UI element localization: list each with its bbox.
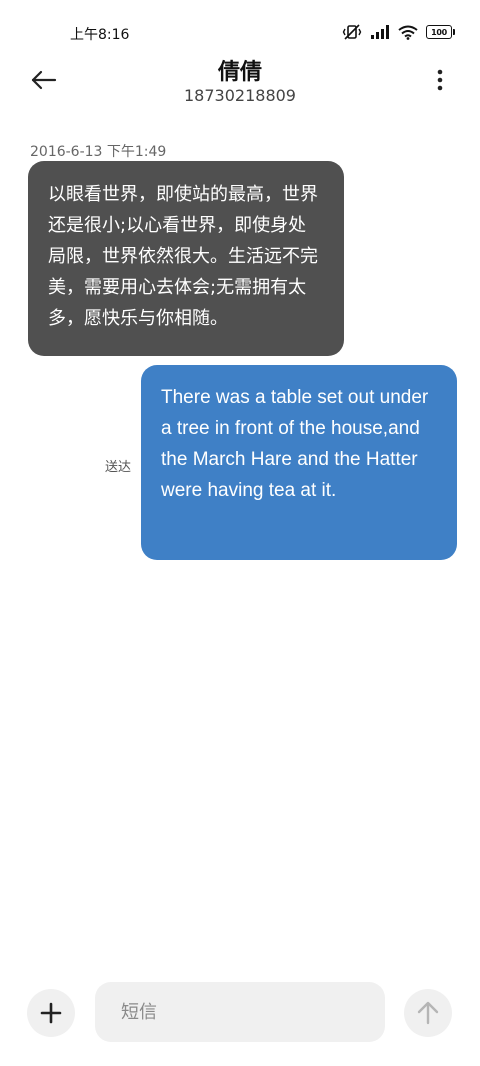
battery-level: 100 — [431, 27, 447, 37]
composer-bar — [0, 980, 480, 1044]
more-options-button[interactable] — [428, 66, 452, 94]
delivery-status: 送达 — [105, 460, 132, 475]
add-attachment-button[interactable] — [27, 989, 75, 1037]
status-icons: 100 — [342, 22, 455, 42]
more-vertical-icon — [437, 69, 443, 91]
send-button[interactable] — [404, 989, 452, 1037]
plus-icon — [40, 1002, 62, 1024]
message-timestamp: 2016-6-13 下午1:49 — [30, 144, 167, 160]
status-time: 上午8:16 — [70, 27, 130, 43]
incoming-message-bubble[interactable]: 以眼看世界，即使站的最高，世界还是很小;以心看世界，即使身处局限，世界依然很大。… — [28, 161, 344, 356]
vibrate-muted-icon — [342, 23, 362, 41]
conversation-header: 倩倩 18730218809 — [0, 48, 480, 112]
message-input[interactable] — [95, 982, 385, 1042]
arrow-up-icon — [417, 1001, 439, 1025]
battery-icon: 100 — [426, 25, 455, 39]
wifi-icon — [398, 25, 418, 40]
contact-phone-number: 18730218809 — [184, 86, 296, 105]
signal-icon — [370, 25, 390, 39]
contact-name: 倩倩 — [217, 60, 262, 85]
outgoing-message-bubble[interactable]: There was a table set out under a tree i… — [141, 365, 457, 560]
